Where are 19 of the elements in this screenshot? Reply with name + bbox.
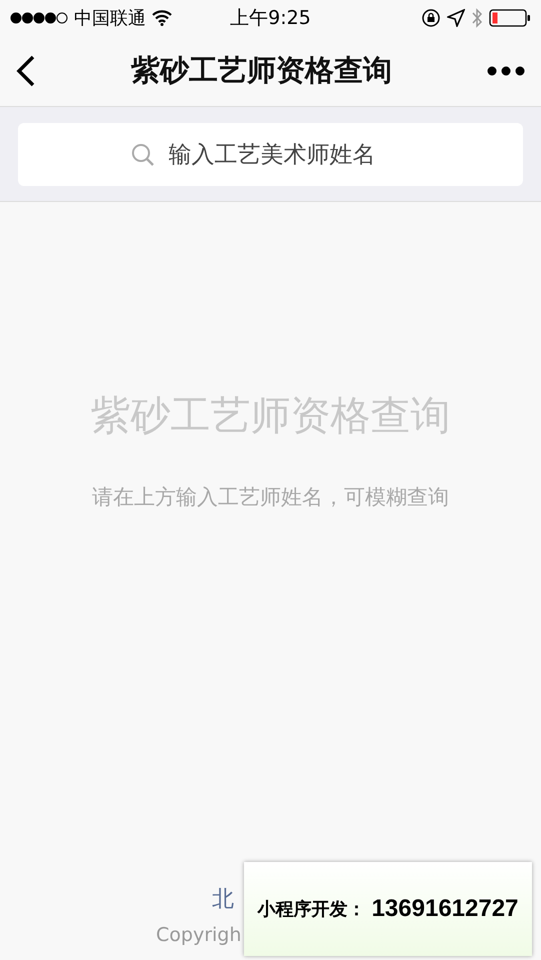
search-input[interactable]: 输入工艺美术师姓名 [166,140,410,168]
battery-icon [489,9,531,27]
carrier-name: 中国联通 [74,7,146,30]
more-icon[interactable] [487,66,525,76]
search-field[interactable]: 输入工艺美术师姓名 [18,123,523,186]
banner-label: 小程序开发： [258,898,366,921]
page-title: 紫砂工艺师资格查询 [131,52,392,89]
search-icon [130,142,154,166]
signal-icon [10,12,68,24]
back-icon[interactable] [16,55,36,87]
location-arrow-icon [447,9,465,27]
copyright-text: Copyrigh [156,924,242,946]
status-time: 上午9:25 [230,6,311,31]
bluetooth-icon [471,8,483,28]
footer-link[interactable]: 北 [156,884,234,914]
rotation-lock-icon [421,8,441,28]
phone-number: 13691612727 [372,895,518,923]
wifi-icon [152,10,172,26]
empty-state-hint: 请在上方输入工艺师姓名，可模糊查询 [92,484,449,511]
